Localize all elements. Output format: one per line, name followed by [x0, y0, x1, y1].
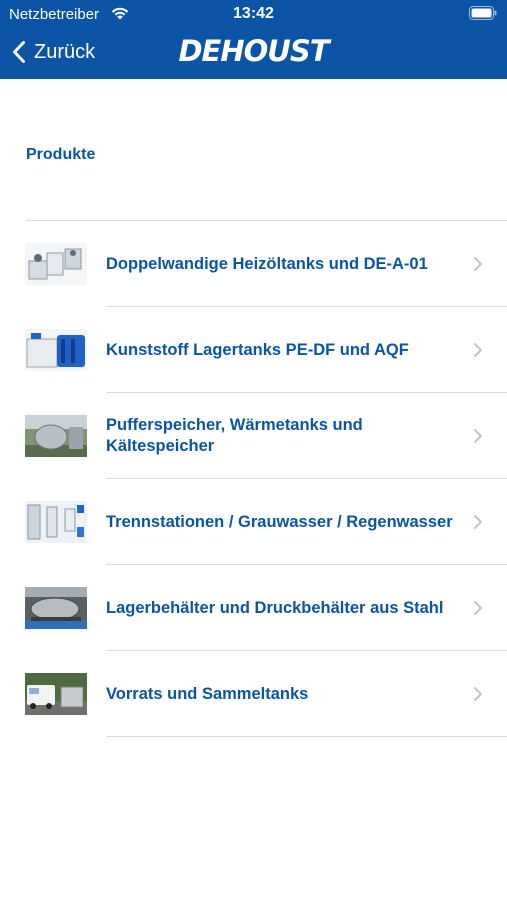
product-item-separation-stations[interactable]: Trennstationen / Grauwasser / Regenwasse… — [0, 479, 507, 565]
chevron-right-icon — [474, 343, 482, 357]
product-label: Doppelwandige Heizöltanks und DE-A-01 — [106, 254, 428, 273]
product-item-heating-oil-tanks[interactable]: Doppelwandige Heizöltanks und DE-A-01 — [0, 221, 507, 307]
steel-tank-photo — [25, 587, 87, 629]
product-label: Pufferspeicher, Wärmetanks und Kältespei… — [106, 416, 363, 455]
product-label: Lagerbehälter und Druckbehälter aus Stah… — [106, 598, 444, 617]
battery-icon — [469, 6, 497, 20]
separation-station-photo — [25, 501, 87, 543]
chevron-right-icon — [474, 257, 482, 271]
section-title: Produkte — [26, 146, 96, 163]
buffer-storage-photo — [25, 415, 87, 457]
chevron-right-icon — [474, 687, 482, 701]
app-header: Netzbetreiber 13:42 Zurück DEHOUST — [0, 0, 507, 79]
product-item-steel-tanks[interactable]: Lagerbehälter und Druckbehälter aus Stah… — [0, 565, 507, 651]
product-list: Doppelwandige Heizöltanks und DE-A-01 Ku… — [0, 221, 507, 737]
product-item-plastic-storage-tanks[interactable]: Kunststoff Lagertanks PE-DF und AQF — [0, 307, 507, 393]
heating-oil-tanks-photo — [25, 243, 87, 285]
product-label: Kunststoff Lagertanks PE-DF und AQF — [106, 340, 409, 359]
product-item-buffer-storage[interactable]: Pufferspeicher, Wärmetanks und Kältespei… — [0, 393, 507, 479]
chevron-right-icon — [474, 515, 482, 529]
status-bar: Netzbetreiber 13:42 — [0, 0, 507, 28]
navigation-bar: Zurück DEHOUST — [0, 28, 507, 79]
plastic-storage-tanks-photo — [25, 329, 87, 371]
chevron-right-icon — [474, 601, 482, 615]
product-item-supply-tanks[interactable]: Vorrats und Sammeltanks — [0, 651, 507, 737]
dehoust-logo: DEHOUST — [178, 34, 329, 68]
supply-tanks-photo — [25, 673, 87, 715]
product-label: Vorrats und Sammeltanks — [106, 684, 309, 703]
divider — [106, 736, 507, 737]
chevron-right-icon — [474, 429, 482, 443]
status-time: 13:42 — [233, 5, 274, 22]
product-label: Trennstationen / Grauwasser / Regenwasse… — [106, 512, 453, 531]
